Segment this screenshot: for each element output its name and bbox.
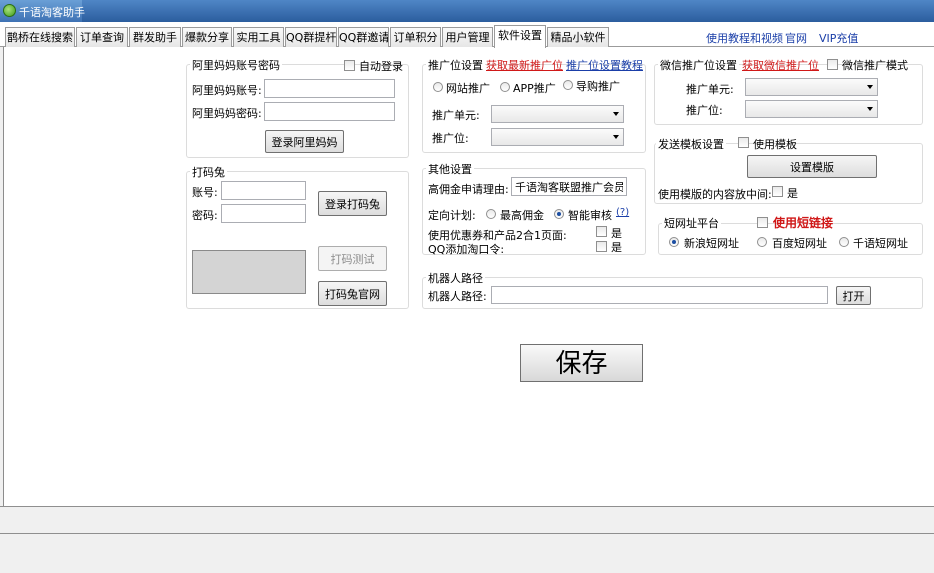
radio-qianyu-shorturl[interactable]: [839, 237, 849, 247]
radio-sina-shorturl[interactable]: [669, 237, 679, 247]
promo-unit-label: 推广单元:: [432, 109, 480, 122]
promo-unit-select[interactable]: [491, 105, 624, 123]
alimama-account-label: 阿里妈妈账号:: [192, 84, 262, 97]
auto-login-checkbox[interactable]: [344, 60, 355, 71]
tab-qq-group-pick[interactable]: QQ群提杆: [285, 27, 337, 47]
radio-site-promo-label: 网站推广: [446, 82, 490, 95]
coupon-page-checkbox[interactable]: [596, 226, 607, 237]
captcha-image: [192, 250, 306, 294]
alimama-login-button[interactable]: 登录阿里妈妈: [265, 130, 344, 153]
tab-user-manage[interactable]: 用户管理: [442, 27, 493, 47]
other-settings-title: 其他设置: [426, 161, 474, 177]
robot-path-open-button[interactable]: 打开: [836, 286, 871, 305]
use-shortlink-checkbox[interactable]: [757, 217, 768, 228]
save-button[interactable]: 保存: [520, 344, 643, 382]
radio-sina-shorturl-label: 新浪短网址: [684, 237, 739, 250]
template-middle-yes-label: 是: [787, 187, 798, 200]
use-template-checkbox[interactable]: [738, 137, 749, 148]
alimama-password-input[interactable]: [264, 102, 395, 121]
radio-qianyu-shorturl-label: 千语短网址: [853, 237, 908, 250]
qq-taokouling-yes-label: 是: [611, 241, 622, 254]
tab-qq-group-invite[interactable]: QQ群邀请: [338, 27, 389, 47]
radio-app-promo-label: APP推广: [513, 82, 556, 95]
directed-plan-label: 定向计划:: [428, 209, 476, 222]
shorturl-group-title: 短网址平台: [662, 215, 721, 231]
radio-app-promo[interactable]: [500, 82, 510, 92]
radio-highest-commission-label: 最高佣金: [500, 209, 544, 222]
tutorial-link[interactable]: 使用教程和视频: [706, 30, 783, 46]
template-middle-checkbox[interactable]: [772, 186, 783, 197]
auto-login-label: 自动登录: [359, 60, 403, 73]
robot-path-title: 机器人路径: [426, 270, 485, 286]
chevron-down-icon: [867, 85, 873, 89]
commission-reason-input[interactable]: [511, 177, 627, 196]
vip-recharge-link[interactable]: VIP充值: [819, 30, 858, 46]
window-titlebar: [0, 0, 934, 22]
robot-path-label: 机器人路径:: [428, 290, 487, 303]
alimama-password-label: 阿里妈妈密码:: [192, 107, 262, 120]
tab-hot-share[interactable]: 爆款分享: [182, 27, 232, 47]
app-icon: [3, 4, 16, 17]
radio-smart-review[interactable]: [554, 209, 564, 219]
chevron-down-icon: [613, 112, 619, 116]
radio-guide-promo[interactable]: [563, 80, 573, 90]
set-template-button[interactable]: 设置模版: [747, 155, 877, 178]
wechat-unit-label: 推广单元:: [686, 83, 734, 96]
radio-baidu-shorturl[interactable]: [757, 237, 767, 247]
captcha-password-input[interactable]: [221, 204, 306, 223]
tab-order-query[interactable]: 订单查询: [76, 27, 128, 47]
promo-tutorial-link[interactable]: 推广位设置教程: [566, 57, 643, 73]
qq-taokouling-label: QQ添加淘口令:: [428, 243, 505, 256]
template-group-title: 发送模板设置: [656, 136, 726, 152]
tab-small-software[interactable]: 精品小软件: [547, 27, 609, 47]
wechat-promo-title: 微信推广位设置: [658, 57, 739, 73]
commission-reason-label: 高佣金申请理由:: [428, 183, 509, 196]
captcha-test-button[interactable]: 打码测试: [318, 246, 387, 271]
wechat-position-select[interactable]: [745, 100, 878, 118]
radio-baidu-shorturl-label: 百度短网址: [772, 237, 827, 250]
chevron-down-icon: [613, 135, 619, 139]
wechat-unit-select[interactable]: [745, 78, 878, 96]
tab-order-points[interactable]: 订单积分: [390, 27, 441, 47]
promo-position-select[interactable]: [491, 128, 624, 146]
radio-guide-promo-label: 导购推广: [576, 80, 620, 93]
tab-queqiao-search[interactable]: 鹊桥在线搜索: [5, 27, 75, 47]
alimama-account-input[interactable]: [264, 79, 395, 98]
wechat-mode-checkbox[interactable]: [827, 59, 838, 70]
template-middle-label: 使用模版的内容放中间:: [658, 188, 772, 201]
status-bar: [0, 506, 934, 534]
wechat-mode-label: 微信推广模式: [842, 59, 908, 72]
radio-highest-commission[interactable]: [486, 209, 496, 219]
robot-path-input[interactable]: [491, 286, 828, 304]
captcha-login-button[interactable]: 登录打码兔: [318, 191, 387, 216]
tab-tools[interactable]: 实用工具: [233, 27, 284, 47]
get-latest-promo-link[interactable]: 获取最新推广位: [486, 57, 563, 73]
use-shortlink-label: 使用短链接: [773, 216, 834, 230]
use-template-label: 使用模板: [753, 138, 797, 151]
radio-site-promo[interactable]: [433, 82, 443, 92]
get-wechat-promo-link[interactable]: 获取微信推广位: [742, 57, 819, 73]
captcha-account-label: 账号:: [192, 186, 218, 199]
captcha-password-label: 密码:: [192, 209, 218, 222]
wechat-position-label: 推广位:: [686, 104, 723, 117]
promo-position-label: 推广位:: [432, 132, 469, 145]
radio-smart-review-label: 智能审核: [568, 209, 612, 222]
tab-software-settings[interactable]: 软件设置: [494, 25, 546, 48]
tab-mass-send[interactable]: 群发助手: [129, 27, 181, 47]
chevron-down-icon: [867, 107, 873, 111]
help-link[interactable]: (?): [616, 207, 629, 218]
captcha-group-title: 打码兔: [190, 164, 227, 180]
qq-taokouling-checkbox[interactable]: [596, 241, 607, 252]
official-site-link[interactable]: 官网: [785, 30, 807, 46]
window-title: 千语淘客助手: [19, 6, 85, 19]
alimama-group-title: 阿里妈妈账号密码: [190, 57, 282, 73]
captcha-site-button[interactable]: 打码兔官网: [318, 281, 387, 306]
captcha-account-input[interactable]: [221, 181, 306, 200]
promo-group-title: 推广位设置: [426, 57, 485, 73]
